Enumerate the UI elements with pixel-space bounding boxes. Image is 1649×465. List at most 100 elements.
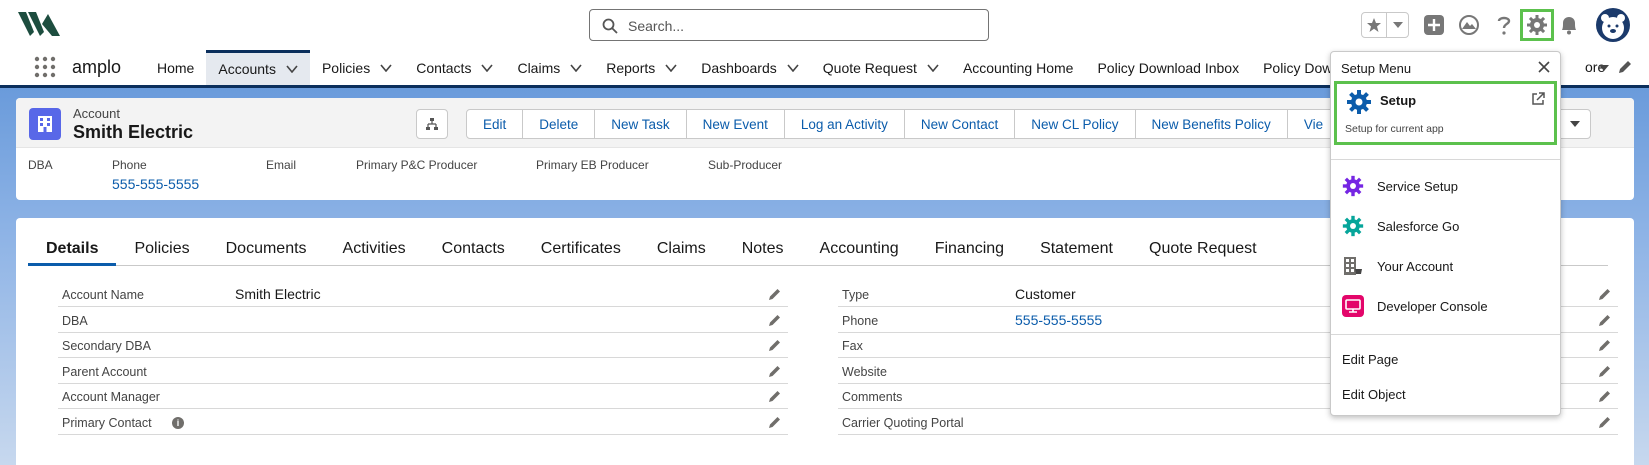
edit-field-button[interactable] xyxy=(1598,364,1612,381)
building-icon xyxy=(38,116,52,132)
nav-item-quote-request[interactable]: Quote Request xyxy=(811,50,951,85)
edit-field-button[interactable] xyxy=(768,415,782,432)
field-label: Website xyxy=(842,364,887,379)
edit-field-button[interactable] xyxy=(768,287,782,304)
app-logo-icon[interactable] xyxy=(18,10,60,38)
tab-details[interactable]: Details xyxy=(28,232,117,266)
tab-claims[interactable]: Claims xyxy=(639,232,724,266)
global-actions-button[interactable] xyxy=(1421,12,1447,38)
tab-notes[interactable]: Notes xyxy=(724,232,802,266)
nav-item-claims[interactable]: Claims xyxy=(505,50,594,85)
favorite-star-button[interactable] xyxy=(1362,13,1385,37)
chevron-down-icon[interactable] xyxy=(286,65,298,73)
close-icon[interactable] xyxy=(1537,60,1551,74)
tab-quote-request[interactable]: Quote Request xyxy=(1131,232,1275,266)
chevron-down-icon xyxy=(1393,22,1403,28)
edit-field-button[interactable] xyxy=(1598,313,1612,330)
field-label: Phone xyxy=(842,313,879,328)
pencil-icon xyxy=(769,365,780,377)
user-avatar[interactable] xyxy=(1596,8,1630,42)
chevron-down-icon[interactable] xyxy=(481,63,494,72)
menu-divider xyxy=(1331,159,1560,160)
bell-icon xyxy=(1562,17,1576,35)
field-value[interactable]: 555-555-5555 xyxy=(1015,312,1102,328)
setup-label: Setup xyxy=(1380,93,1417,108)
app-launcher-icon[interactable] xyxy=(33,55,57,79)
highlight-label: Primary EB Producer xyxy=(536,158,649,172)
nav-item-policies[interactable]: Policies xyxy=(310,50,404,85)
tab-statement[interactable]: Statement xyxy=(1022,232,1131,266)
nav-item-policy-download-inbox[interactable]: Policy Download Inbox xyxy=(1085,50,1251,85)
nav-item-dashboards[interactable]: Dashboards xyxy=(689,50,811,85)
external-link-icon[interactable] xyxy=(1530,91,1546,107)
setup-menu-item-developer-console[interactable]: Developer Console xyxy=(1341,292,1551,320)
tab-documents[interactable]: Documents xyxy=(208,232,325,266)
highlight-value[interactable]: 555-555-5555 xyxy=(112,176,199,192)
tab-accounting[interactable]: Accounting xyxy=(802,232,917,266)
setup-menu-item-edit-page[interactable]: Edit Page xyxy=(1342,352,1398,367)
setup-menu-item-setup[interactable]: Setup Setup for current app xyxy=(1334,81,1557,145)
highlight-label: Phone xyxy=(112,158,147,172)
chevron-down-icon[interactable] xyxy=(665,63,677,72)
nav-item-reports[interactable]: Reports xyxy=(594,50,689,85)
highlight-primary-eb-producer: Primary EB Producer xyxy=(536,158,649,172)
edit-field-button[interactable] xyxy=(768,389,782,406)
action-new-event-button[interactable]: New Event xyxy=(685,109,785,139)
setup-menu-item-your-account[interactable]: Your Account xyxy=(1341,252,1551,280)
action-new-contact-button[interactable]: New Contact xyxy=(903,109,1016,139)
action-delete-button[interactable]: Delete xyxy=(522,109,596,139)
highlight-label: Email xyxy=(266,158,297,172)
edit-field-button[interactable] xyxy=(768,313,782,330)
highlight-dba: DBA xyxy=(28,158,53,172)
action-new-benefits-policy-button[interactable]: New Benefits Policy xyxy=(1134,109,1288,139)
field-label: Fax xyxy=(842,339,863,353)
pencil-icon xyxy=(1599,340,1610,351)
setup-menu-item-service-setup[interactable]: Service Setup xyxy=(1341,172,1551,200)
setup-menu-item-salesforce-go[interactable]: Salesforce Go xyxy=(1341,212,1551,240)
action-new-task-button[interactable]: New Task xyxy=(594,109,687,139)
field-secondary-dba: Secondary DBA xyxy=(58,333,788,358)
notifications-button[interactable] xyxy=(1556,12,1582,38)
app-name: amplo xyxy=(72,57,122,77)
menu-divider xyxy=(1331,334,1560,335)
action-new-cl-policy-button[interactable]: New CL Policy xyxy=(1014,109,1136,139)
edit-field-button[interactable] xyxy=(1598,415,1612,432)
global-search[interactable] xyxy=(589,9,989,41)
help-button[interactable] xyxy=(1491,12,1517,38)
hierarchy-button[interactable] xyxy=(416,109,448,139)
chevron-down-icon[interactable] xyxy=(380,63,392,72)
tab-certificates[interactable]: Certificates xyxy=(523,232,639,266)
info-icon[interactable]: i xyxy=(172,416,184,429)
nav-item-accounts[interactable]: Accounts xyxy=(206,50,310,85)
nav-item-accounting-home[interactable]: Accounting Home xyxy=(951,50,1086,85)
action-more-dropdown[interactable] xyxy=(1559,109,1592,139)
nav-item-home[interactable]: Home xyxy=(145,50,206,85)
tab-policies[interactable]: Policies xyxy=(116,232,207,266)
action-edit-button[interactable]: Edit xyxy=(466,109,524,139)
edit-field-button[interactable] xyxy=(1598,287,1612,304)
tab-activities[interactable]: Activities xyxy=(325,232,424,266)
tab-contacts[interactable]: Contacts xyxy=(424,232,523,266)
chevron-down-icon[interactable] xyxy=(927,63,939,72)
nav-item-contacts[interactable]: Contacts xyxy=(404,50,505,85)
favorites-list-button[interactable] xyxy=(1386,13,1409,37)
tab-financing[interactable]: Financing xyxy=(917,232,1022,266)
action-log-an-activity-button[interactable]: Log an Activity xyxy=(783,109,905,139)
edit-field-button[interactable] xyxy=(1598,338,1612,355)
menu-item-label: Salesforce Go xyxy=(1377,218,1460,234)
edit-field-button[interactable] xyxy=(1598,389,1612,406)
chevron-down-icon[interactable] xyxy=(787,63,799,72)
chevron-down-icon[interactable] xyxy=(570,63,582,72)
trailhead-button[interactable] xyxy=(1456,12,1482,38)
edit-nav-icon[interactable] xyxy=(1617,59,1633,75)
gear-icon xyxy=(1527,15,1547,35)
account-icon xyxy=(29,108,61,140)
chevron-down-icon[interactable] xyxy=(1598,64,1610,72)
nav-item-label: Home xyxy=(157,59,195,76)
edit-field-button[interactable] xyxy=(768,338,782,355)
setup-gear-button[interactable] xyxy=(1524,12,1550,38)
search-input[interactable] xyxy=(628,16,968,36)
nav-item-label: Reports xyxy=(606,59,656,76)
edit-field-button[interactable] xyxy=(768,364,782,381)
setup-menu-item-edit-object[interactable]: Edit Object xyxy=(1342,387,1406,402)
